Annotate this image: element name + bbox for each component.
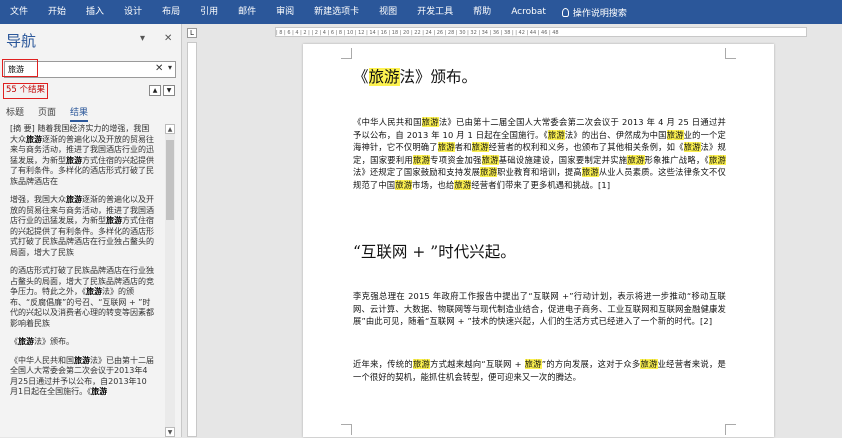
search-hit: 旅游 <box>368 68 400 86</box>
result-item[interactable]: 增强，我国大众旅游逐渐的普遍化以及开放的贸易往来与商务活动，推进了我国酒店行业的… <box>10 195 154 258</box>
search-hit: 旅游 <box>627 154 645 165</box>
search-hit: 旅游 <box>395 179 413 190</box>
scrollbar-thumb[interactable] <box>166 140 174 220</box>
search-hit: 旅游 <box>454 179 472 190</box>
result-item[interactable]: 《中华人民共和国旅游法》已由第十二届全国人大常委会第二次会议于2013年4月25… <box>10 355 154 398</box>
tab-view[interactable]: 视图 <box>369 0 407 24</box>
close-icon[interactable]: ✕ <box>164 33 172 44</box>
search-hit: 旅游 <box>91 387 108 396</box>
scroll-up-icon[interactable]: ▲ <box>165 124 175 134</box>
search-options-icon[interactable]: ▾ <box>168 63 172 72</box>
lightbulb-icon <box>561 7 569 17</box>
ribbon-tabs: 文件 开始 插入 设计 布局 引用 邮件 审阅 新建选项卡 视图 开发工具 帮助… <box>0 0 842 24</box>
tab-selector[interactable]: L <box>187 28 197 38</box>
tab-review[interactable]: 审阅 <box>266 0 304 24</box>
paragraph-law[interactable]: 《中华人民共和国旅游法》已由第十二届全国人大常委会第二次会议于 2013 年 4… <box>353 116 726 191</box>
tab-headings[interactable]: 标题 <box>6 105 24 122</box>
results-list: [摘 要] 随着我国经济实力的增强，我国大众旅游逐渐的普遍化以及开放的贸易往来与… <box>0 124 164 437</box>
tab-pages[interactable]: 页面 <box>38 105 56 122</box>
scroll-down-icon[interactable]: ▼ <box>165 427 175 437</box>
paragraph-tourism[interactable]: 近年来，传统的旅游方式越来越向“互联网 + 旅游”的方向发展，这对于众多旅游业经… <box>353 358 726 383</box>
search-hit: 旅游 <box>666 129 684 140</box>
heading-law[interactable]: 《旅游法》颁布。 <box>353 65 726 87</box>
navigation-pane: 导航 ▾ ✕ ✕ ▾ 55 个结果 ▲ ▼ 标题 页面 结果 [摘 要] 随着我… <box>0 24 182 437</box>
tab-mailings[interactable]: 邮件 <box>228 0 266 24</box>
nav-title: 导航 <box>6 32 37 50</box>
tell-me-label: 操作说明搜索 <box>572 8 627 19</box>
heading-internet[interactable]: “互联网 + ”时代兴起。 <box>353 240 726 262</box>
tab-results[interactable]: 结果 <box>70 105 89 122</box>
tab-new-tab[interactable]: 新建选项卡 <box>304 0 369 24</box>
search-hit: 旅游 <box>66 155 82 165</box>
search-hit: 旅游 <box>412 359 431 369</box>
search-hit: 旅游 <box>480 167 498 177</box>
tab-references[interactable]: 引用 <box>190 0 228 24</box>
search-hit: 旅游 <box>26 134 42 144</box>
result-item[interactable]: [摘 要] 随着我国经济实力的增强，我国大众旅游逐渐的普遍化以及开放的贸易往来与… <box>10 124 154 187</box>
result-nav-arrows: ▲ ▼ <box>149 85 175 96</box>
search-hit: 旅游 <box>106 216 122 225</box>
document-page[interactable]: 《旅游法》颁布。 《中华人民共和国旅游法》已由第十二届全国人大常委会第二次会议于… <box>303 44 774 437</box>
search-hit: 旅游 <box>86 287 102 296</box>
search-hit: 旅游 <box>413 154 431 165</box>
search-hit: 旅游 <box>640 359 658 369</box>
search-hit: 旅游 <box>421 117 439 127</box>
search-hit: 旅游 <box>437 142 455 152</box>
search-hit: 旅游 <box>74 355 90 365</box>
tab-layout[interactable]: 布局 <box>152 0 190 24</box>
pane-options-icon[interactable]: ▾ <box>140 33 145 44</box>
paragraph-internet[interactable]: 李克强总理在 2015 年政府工作报告中提出了“互联网 +”行动计划，表示将进一… <box>353 290 726 328</box>
horizontal-ruler[interactable]: | 8 | 6 | 4 | 2 | | 2 | 4 | 6 | 8 | 10 |… <box>275 27 807 37</box>
result-item[interactable]: 《旅游法》颁布。 <box>10 337 154 348</box>
search-hit: 旅游 <box>547 129 565 140</box>
results-count: 55 个结果 <box>3 83 49 99</box>
search-callout-box <box>2 59 38 77</box>
margin-corner-mark <box>341 48 352 59</box>
search-hit: 旅游 <box>683 142 701 152</box>
tab-design[interactable]: 设计 <box>114 0 152 24</box>
margin-corner-mark <box>725 48 736 59</box>
search-hit: 旅游 <box>471 142 489 152</box>
search-hit: 旅游 <box>581 167 599 177</box>
search-hit: 旅游 <box>18 337 34 346</box>
tab-file[interactable]: 文件 <box>0 0 38 24</box>
tell-me-search[interactable]: 操作说明搜索 <box>556 6 627 19</box>
tab-insert[interactable]: 插入 <box>76 0 114 24</box>
search-hit: 旅游 <box>524 359 542 369</box>
tab-home[interactable]: 开始 <box>38 0 76 24</box>
search-hit: 旅游 <box>708 154 726 165</box>
vertical-ruler[interactable] <box>187 42 197 437</box>
nav-tabs: 标题 页面 结果 <box>6 105 89 122</box>
tab-developer[interactable]: 开发工具 <box>407 0 463 24</box>
next-result-icon[interactable]: ▼ <box>163 85 175 96</box>
margin-corner-mark <box>725 424 736 435</box>
results-scrollbar[interactable]: ▲ ▼ <box>165 124 175 437</box>
result-item[interactable]: 的酒店形式打破了民族品牌酒店在行业独占鳌头的局面，增大了民族品牌酒店的竞争压力。… <box>10 266 154 329</box>
clear-search-icon[interactable]: ✕ <box>155 63 163 74</box>
margin-corner-mark <box>341 424 352 435</box>
tab-acrobat[interactable]: Acrobat <box>501 0 556 24</box>
tab-help[interactable]: 帮助 <box>463 0 501 24</box>
search-hit: 旅游 <box>481 154 499 165</box>
search-hit: 旅游 <box>66 195 82 204</box>
previous-result-icon[interactable]: ▲ <box>149 85 161 96</box>
